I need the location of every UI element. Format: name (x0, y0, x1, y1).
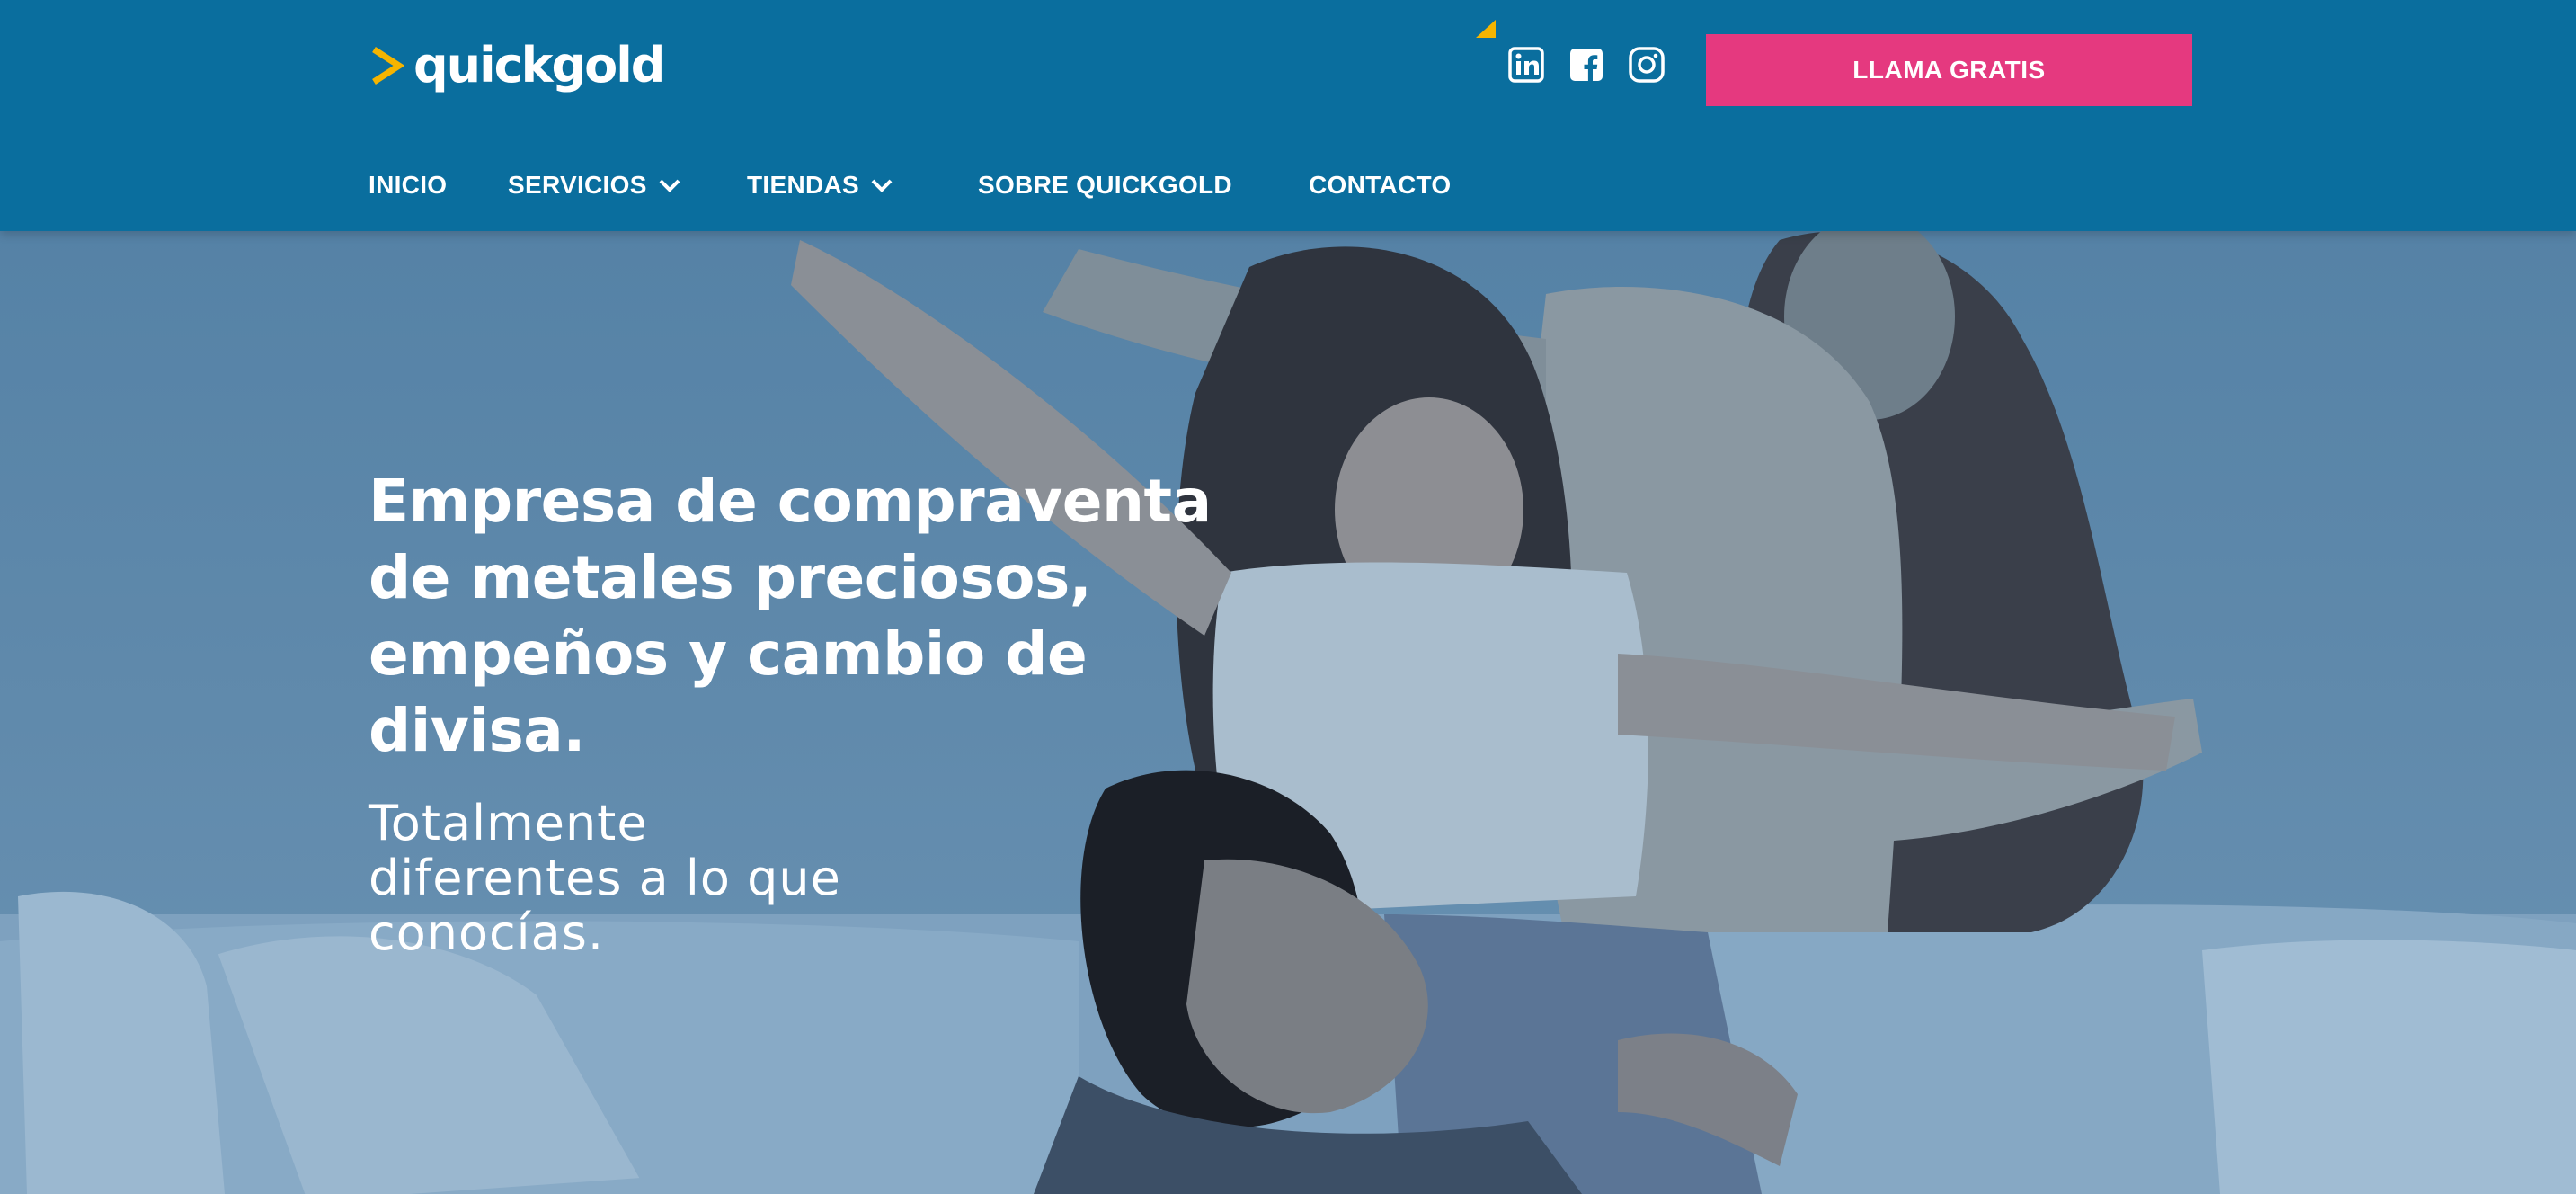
linkedin-icon[interactable] (1506, 45, 1546, 85)
facebook-icon[interactable] (1567, 45, 1606, 85)
nav-tiendas[interactable]: TIENDAS (747, 165, 893, 205)
llama-gratis-button[interactable]: LLAMA GRATIS (1706, 34, 2192, 106)
chevron-down-icon (871, 179, 893, 192)
hero-subheading: Totalmente diferentes a lo que conocías. (369, 796, 908, 960)
nav-inicio-label: INICIO (369, 171, 448, 199)
nav-servicios-label: SERVICIOS (508, 171, 647, 199)
corner-triangle-icon (1476, 20, 1496, 38)
nav-contacto-label: CONTACTO (1309, 171, 1452, 199)
hero-heading-line: empeños y cambio de (369, 619, 1088, 689)
site-header: quickgold LLAMA GRATIS INICIO SERVICIOS (0, 0, 2576, 231)
nav-sobre-quickgold[interactable]: SOBRE QUICKGOLD (978, 165, 1232, 205)
hero-subheading-line: Totalmente (369, 795, 648, 851)
nav-contacto[interactable]: CONTACTO (1309, 165, 1451, 205)
hero-section: Empresa de compraventa de metales precio… (0, 231, 2576, 1194)
hero-subheading-line: diferentes a lo que (369, 850, 841, 906)
quickgold-logo[interactable]: quickgold (369, 34, 665, 97)
nav-servicios[interactable]: SERVICIOS (508, 165, 681, 205)
instagram-icon[interactable] (1627, 45, 1666, 85)
logo-chevron-icon (372, 47, 404, 85)
hero-heading-line: divisa. (369, 696, 585, 765)
hero-subheading-line: conocías. (369, 904, 605, 961)
logo-text: quickgold (413, 37, 665, 94)
hero-heading-line: de metales preciosos, (369, 543, 1092, 612)
nav-tiendas-label: TIENDAS (747, 171, 859, 199)
nav-inicio[interactable]: INICIO (369, 165, 447, 205)
chevron-down-icon (659, 179, 680, 192)
hero-heading-line: Empresa de compraventa (369, 467, 1212, 536)
hero-heading: Empresa de compraventa de metales precio… (369, 463, 1231, 769)
nav-sobre-label: SOBRE QUICKGOLD (978, 171, 1232, 199)
